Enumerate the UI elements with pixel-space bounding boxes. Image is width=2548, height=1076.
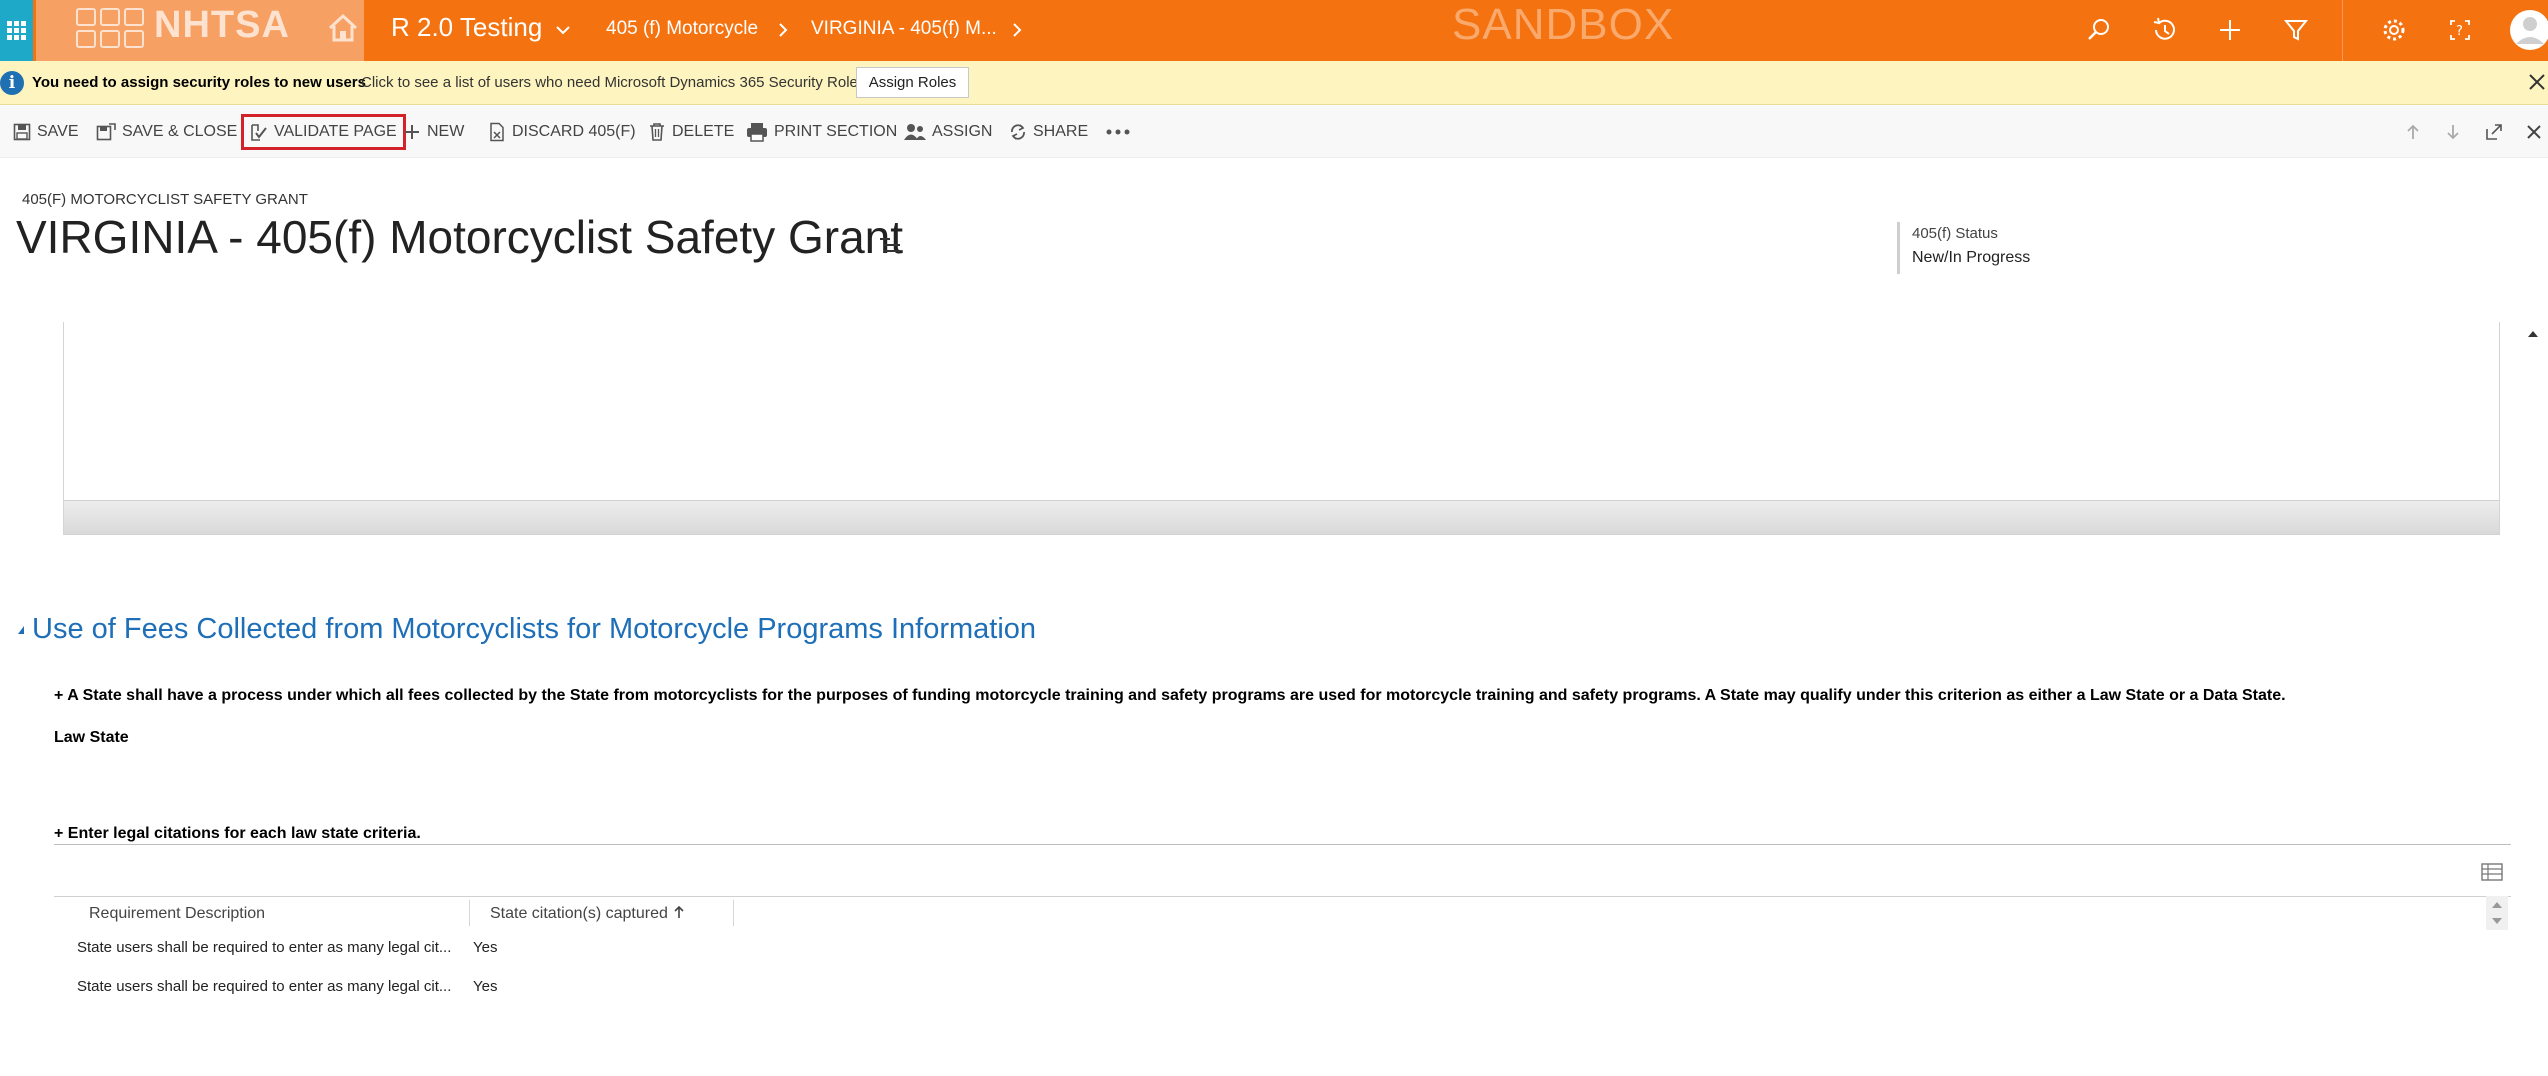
breadcrumb-area[interactable]: 405 (f) Motorcycle bbox=[606, 18, 758, 40]
plus-icon bbox=[405, 125, 419, 139]
logo-text: NHTSA bbox=[154, 4, 290, 46]
form-selector-icon[interactable] bbox=[878, 234, 902, 256]
column-header-requirement[interactable]: Requirement Description bbox=[89, 905, 265, 923]
status-value: New/In Progress bbox=[1912, 249, 2030, 266]
app-name[interactable]: R 2.0 Testing bbox=[391, 12, 542, 43]
more-commands-button[interactable] bbox=[1106, 118, 1130, 146]
horizontal-scrollbar[interactable] bbox=[64, 500, 2499, 534]
save-label: SAVE bbox=[37, 123, 79, 140]
grid-header-divider bbox=[54, 896, 2511, 897]
command-bar: SAVE SAVE & CLOSE VALIDATE PAGE NEW DISC… bbox=[0, 106, 2548, 158]
print-section-button[interactable]: PRINT SECTION bbox=[746, 118, 897, 146]
sort-ascending-icon bbox=[674, 905, 684, 918]
entity-label: 405(F) MOTORCYCLIST SAFETY GRANT bbox=[22, 191, 308, 208]
criteria-text: + A State shall have a process under whi… bbox=[54, 687, 2286, 704]
requirement-description-cell[interactable]: State users shall be required to enter a… bbox=[77, 978, 517, 995]
section-title: Use of Fees Collected from Motorcyclists… bbox=[32, 613, 1037, 645]
column-header-citation-label: State citation(s) captured bbox=[490, 905, 668, 922]
save-and-close-button[interactable]: SAVE & CLOSE bbox=[96, 118, 237, 146]
section-header[interactable]: Use of Fees Collected from Motorcyclists… bbox=[18, 613, 1036, 646]
environment-label: SANDBOX bbox=[1452, 0, 1675, 49]
column-header-citation[interactable]: State citation(s) captured bbox=[490, 905, 686, 923]
page-title: VIRGINIA - 405(f) Motorcyclist Safety Gr… bbox=[16, 211, 904, 263]
divider bbox=[54, 844, 2511, 845]
collapse-caret-icon[interactable] bbox=[18, 626, 24, 634]
chevron-right-icon bbox=[779, 23, 788, 37]
validate-icon bbox=[251, 124, 267, 141]
notification-title: You need to assign security roles to new… bbox=[32, 74, 366, 91]
save-close-icon bbox=[96, 123, 116, 141]
citation-captured-cell: Yes bbox=[473, 978, 498, 995]
assign-label: ASSIGN bbox=[932, 123, 993, 140]
chevron-down-icon[interactable] bbox=[553, 20, 573, 40]
column-separator[interactable] bbox=[733, 900, 734, 926]
law-state-value: Law State bbox=[54, 729, 129, 746]
notification-bar: i You need to assign security roles to n… bbox=[0, 61, 2548, 105]
scroll-up-icon[interactable] bbox=[2525, 326, 2541, 342]
share-button[interactable]: SHARE bbox=[1009, 118, 1088, 146]
status-label: 405(f) Status bbox=[1912, 225, 1998, 242]
print-label: PRINT SECTION bbox=[774, 123, 898, 140]
header-status-field: 405(f) Status New/In Progress bbox=[1897, 222, 2030, 274]
breadcrumb-record[interactable]: VIRGINIA - 405(f) M... bbox=[811, 18, 997, 40]
save-icon bbox=[13, 123, 31, 141]
arrow-down-icon[interactable] bbox=[2441, 120, 2465, 144]
ellipsis-icon bbox=[1106, 129, 1130, 135]
nhtsa-logo[interactable]: NHTSA bbox=[36, 0, 364, 61]
notification-message[interactable]: Click to see a list of users who need Mi… bbox=[361, 74, 870, 91]
table-row[interactable]: State users shall be required to enter a… bbox=[54, 930, 2464, 968]
table-row[interactable]: State users shall be required to enter a… bbox=[54, 969, 2464, 1007]
grid-scrollbar[interactable] bbox=[2486, 896, 2508, 930]
trash-icon bbox=[650, 123, 664, 141]
assign-button[interactable]: ASSIGN bbox=[904, 118, 992, 146]
svg-text:?: ? bbox=[2456, 24, 2463, 39]
validate-page-button[interactable]: VALIDATE PAGE bbox=[241, 114, 406, 150]
assign-roles-button[interactable]: Assign Roles bbox=[856, 67, 969, 98]
discard-icon bbox=[490, 122, 504, 142]
help-icon[interactable]: ? bbox=[2445, 15, 2475, 45]
settings-icon[interactable] bbox=[2379, 15, 2409, 45]
search-icon[interactable] bbox=[2084, 15, 2114, 45]
save-button[interactable]: SAVE bbox=[13, 118, 79, 146]
logo-mark bbox=[76, 8, 152, 50]
assign-icon bbox=[904, 124, 926, 140]
info-icon: i bbox=[0, 71, 24, 95]
validate-label: VALIDATE PAGE bbox=[274, 123, 397, 140]
new-label: NEW bbox=[427, 123, 465, 140]
new-button[interactable]: NEW bbox=[403, 118, 464, 146]
save-close-label: SAVE & CLOSE bbox=[122, 123, 238, 140]
nav-divider bbox=[2342, 0, 2343, 61]
top-navigation-bar: NHTSA R 2.0 Testing 405 (f) Motorcycle V… bbox=[0, 0, 2548, 61]
share-icon bbox=[1011, 124, 1025, 140]
home-icon[interactable] bbox=[326, 12, 360, 44]
share-label: SHARE bbox=[1033, 123, 1089, 140]
popout-icon[interactable] bbox=[2482, 120, 2506, 144]
user-avatar-icon[interactable] bbox=[2508, 6, 2548, 54]
discard-button[interactable]: DISCARD 405(F) bbox=[488, 118, 636, 146]
delete-label: DELETE bbox=[672, 123, 735, 140]
discard-label: DISCARD 405(F) bbox=[512, 123, 636, 140]
close-icon[interactable] bbox=[2522, 120, 2546, 144]
legal-citations-heading: + Enter legal citations for each law sta… bbox=[54, 825, 421, 842]
view-grid-icon[interactable] bbox=[2481, 862, 2503, 882]
printer-icon bbox=[747, 123, 767, 142]
embedded-frame bbox=[63, 322, 2500, 535]
requirement-description-cell[interactable]: State users shall be required to enter a… bbox=[77, 939, 517, 956]
arrow-up-icon[interactable] bbox=[2401, 120, 2425, 144]
column-separator[interactable] bbox=[469, 900, 470, 926]
plus-icon[interactable] bbox=[2215, 15, 2245, 45]
recent-icon[interactable] bbox=[2149, 15, 2179, 45]
filter-icon[interactable] bbox=[2281, 15, 2311, 45]
citation-captured-cell: Yes bbox=[473, 939, 498, 956]
chevron-right-icon bbox=[1013, 23, 1022, 37]
apps-grid-icon[interactable] bbox=[0, 0, 33, 61]
close-icon[interactable] bbox=[2524, 69, 2548, 95]
delete-button[interactable]: DELETE bbox=[648, 118, 734, 146]
